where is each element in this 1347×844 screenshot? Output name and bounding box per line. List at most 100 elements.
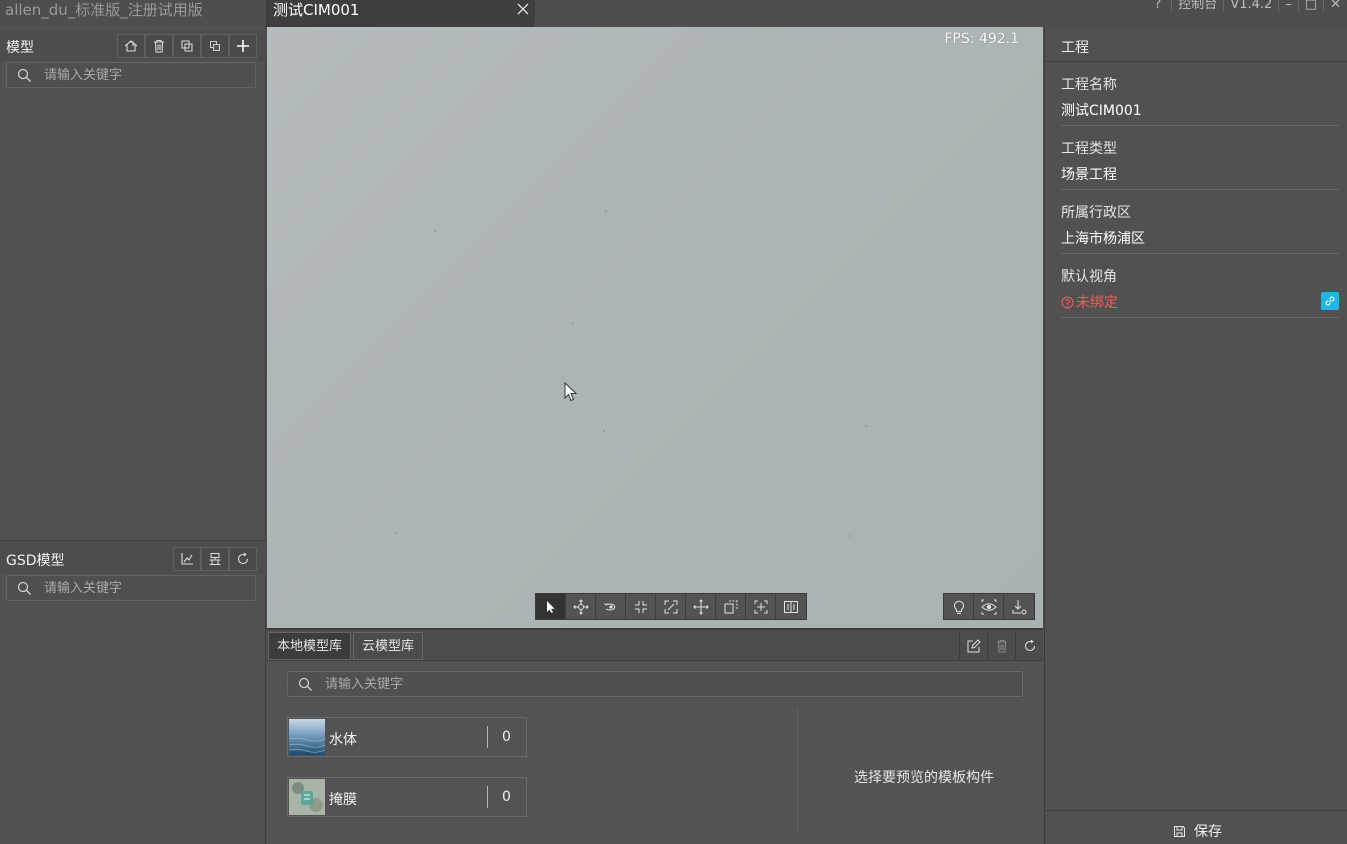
clone-model-button[interactable] [201,34,229,58]
tab-cloud-library[interactable]: 云模型库 [353,632,424,660]
library-item-mask[interactable]: 掩膜 0 [287,777,527,817]
maximize-button[interactable]: □ [1297,0,1323,12]
expand-icon [664,600,677,613]
move-arrows-icon [572,598,589,615]
scene-viewport[interactable]: FPS: 492.1 [267,27,1043,630]
select-tool-button[interactable] [536,594,566,619]
copy-icon [181,40,193,52]
preview-hint: 选择要预览的模板构件 [854,770,994,786]
item-divider [487,786,488,808]
gsd-search-input[interactable] [44,579,244,597]
ground-speck [434,230,436,232]
delete-template-button[interactable] [987,632,1015,660]
gsd-search-field[interactable] [6,575,256,601]
model-search-input[interactable] [44,66,244,84]
visibility-button[interactable] [974,594,1004,619]
library-search-input[interactable] [325,675,985,693]
center-tool-button[interactable] [746,594,776,619]
focus-icon [754,600,767,613]
property-value-unbound: 未绑定 [1061,292,1118,312]
ground-speck [849,535,851,537]
library-search-field[interactable] [287,671,1023,697]
copy-model-button[interactable] [173,34,201,58]
tab-label: 测试CIM001 [273,1,360,19]
gsd-chart-button[interactable] [173,547,201,571]
pointer-icon [546,600,554,613]
console-button[interactable]: 控制台 [1171,0,1223,12]
property-project-type: 工程类型 场景工程 [1061,126,1339,190]
property-value: 测试CIM001 [1061,103,1142,119]
unbound-text: 未绑定 [1076,295,1118,311]
model-panel-toolbar [117,34,257,58]
search-icon [17,68,31,82]
refresh-icon [237,552,249,565]
question-circle-icon [1061,296,1074,308]
help-button[interactable]: ? [1148,0,1171,12]
ground-speck [395,532,397,534]
mask-thumbnail [289,779,325,815]
download-icon [1012,599,1027,614]
collapse-icon [634,600,647,613]
preview-divider [797,709,798,833]
transform-toolbar [535,593,807,620]
scale-tool-button[interactable] [656,594,686,619]
project-panel-header: 工程 [1045,27,1347,62]
gsd-refresh-button[interactable] [229,547,257,571]
property-district: 所属行政区 上海市杨浦区 [1061,190,1339,254]
model-search-field[interactable] [6,62,256,88]
split-view-icon [784,600,798,613]
edit-icon [967,638,981,652]
rotate-tool-button[interactable] [596,594,626,619]
app-title: allen_du_标准版_注册试用版 [5,1,203,19]
pan-tool-button[interactable] [566,594,596,619]
translate-tool-button[interactable] [686,594,716,619]
bounding-box-tool-button[interactable] [716,594,746,619]
panel-divider[interactable] [0,540,266,541]
model-panel-header: 模型 [0,29,266,61]
item-count: 0 [502,729,511,745]
gsd-panel-title: GSD模型 [6,553,65,569]
property-default-view: 默认视角 未绑定 [1061,254,1339,318]
chart-edit-icon [181,553,193,565]
delete-model-button[interactable] [145,34,173,58]
gsd-panel-header: GSD模型 [0,542,266,574]
library-toolbar [959,632,1043,660]
ground-speck [603,430,605,432]
import-model-button[interactable] [117,34,145,58]
bind-view-button[interactable] [1321,292,1339,310]
item-name: 水体 [329,732,357,748]
save-label: 保存 [1194,824,1222,840]
viewport-background [267,27,1043,628]
split-view-tool-button[interactable] [776,594,806,619]
tab-project-document[interactable]: 测试CIM001 [266,0,535,27]
lighting-button[interactable] [944,594,974,619]
mouse-pointer-icon [564,382,578,402]
tab-local-library[interactable]: 本地模型库 [268,632,352,660]
ground-speck [605,210,607,212]
close-icon[interactable] [517,3,529,15]
item-divider [487,726,488,748]
view-toolbar [943,593,1035,620]
edit-template-button[interactable] [959,632,987,660]
gsd-import-button[interactable] [201,547,229,571]
property-label: 工程类型 [1061,141,1117,157]
save-button[interactable]: 保存 [1173,821,1222,841]
library-item-water[interactable]: 水体 0 [287,717,527,757]
search-icon [298,677,312,691]
download-settings-button[interactable] [1004,594,1034,619]
add-model-button[interactable] [229,34,257,58]
bounding-box-icon [724,600,737,613]
project-properties-panel: 工程 工程名称 测试CIM001 工程类型 场景工程 所属行政区 上海市杨浦区 … [1044,27,1347,844]
ground-speck [572,322,574,324]
fps-counter: FPS: 492.1 [944,31,1019,47]
project-panel-title: 工程 [1061,40,1089,56]
lightbulb-icon [953,600,964,614]
minimize-button[interactable]: – [1278,0,1298,12]
link-icon [1325,296,1335,306]
close-window-button[interactable]: ✕ [1323,0,1347,12]
model-library-panel: 本地模型库 云模型库 水体 0 [267,631,1043,844]
shrink-tool-button[interactable] [626,594,656,619]
refresh-library-button[interactable] [1015,632,1043,660]
title-bar: allen_du_标准版_注册试用版 测试CIM001 ? 控制台 V1.4.2… [0,0,1347,27]
property-label: 工程名称 [1061,77,1117,93]
